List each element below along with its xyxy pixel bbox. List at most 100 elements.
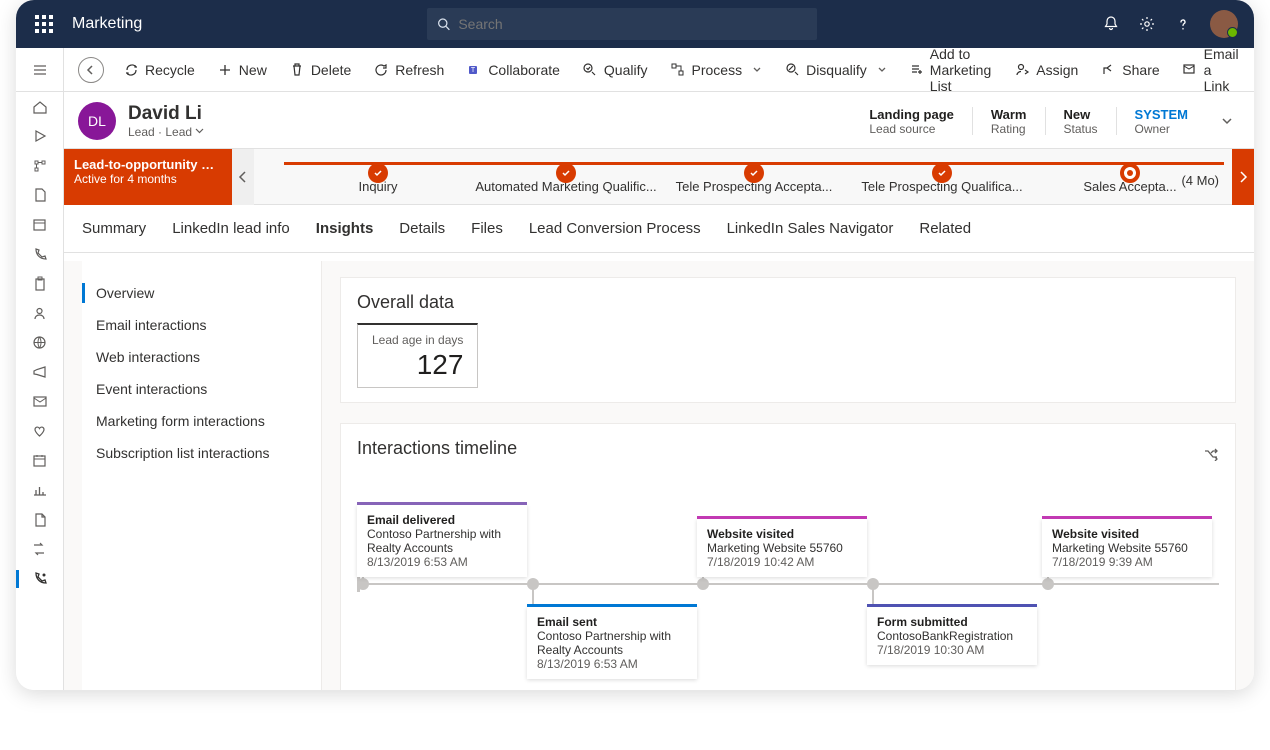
disqualify-icon — [784, 62, 800, 78]
field-status: NewStatus — [1064, 107, 1098, 136]
process-prev-button[interactable] — [232, 149, 254, 205]
tab-details[interactable]: Details — [399, 220, 445, 237]
nav-template-icon[interactable] — [16, 505, 64, 535]
stage-duration: (4 Mo) — [1181, 173, 1219, 188]
recycle-icon — [123, 62, 139, 78]
left-nav — [16, 48, 64, 690]
process-button[interactable]: Process — [659, 48, 774, 91]
header-fields: Landing pageLead source WarmRating NewSt… — [869, 107, 1234, 136]
side-web[interactable]: Web interactions — [82, 341, 321, 373]
tab-insights[interactable]: Insights — [316, 220, 374, 237]
command-bar: Recycle New Delete Refresh TCollaborate … — [64, 48, 1254, 92]
timeline-card: Interactions timeline Email deliveredCon… — [340, 423, 1236, 690]
search-box[interactable] — [427, 8, 817, 40]
timeline-event-card[interactable]: Form submittedContosoBankRegistration7/1… — [867, 607, 1037, 665]
side-email[interactable]: Email interactions — [82, 309, 321, 341]
refresh-button[interactable]: Refresh — [362, 48, 455, 91]
top-bar: Marketing — [16, 0, 1254, 48]
disqualify-label: Disqualify — [806, 62, 867, 78]
event-time: 8/13/2019 6:53 AM — [537, 657, 687, 671]
app-launcher-icon[interactable] — [24, 4, 64, 44]
nav-person-icon[interactable] — [16, 299, 64, 329]
assign-icon — [1014, 62, 1030, 78]
timeline-event-card[interactable]: Email sentContoso Partnership with Realt… — [527, 607, 697, 679]
nav-calendar-icon[interactable] — [16, 210, 64, 240]
nav-mail-icon[interactable] — [16, 387, 64, 417]
nav-megaphone-icon[interactable] — [16, 358, 64, 388]
event-title: Form submitted — [877, 615, 1027, 629]
timeline-event-card[interactable]: Website visitedMarketing Website 557607/… — [1042, 519, 1212, 577]
nav-home-icon[interactable] — [16, 92, 64, 122]
side-event[interactable]: Event interactions — [82, 373, 321, 405]
help-icon[interactable] — [1174, 15, 1192, 33]
add-marketing-label: Add to Marketing List — [930, 46, 992, 94]
add-marketing-button[interactable]: Add to Marketing List — [898, 48, 1003, 91]
process-flag[interactable]: Lead-to-opportunity mar... Active for 4 … — [64, 149, 232, 205]
collaborate-label: Collaborate — [488, 62, 560, 78]
delete-label: Delete — [311, 62, 351, 78]
shuffle-icon[interactable] — [1203, 447, 1219, 461]
refresh-label: Refresh — [395, 62, 444, 78]
qualify-button[interactable]: Qualify — [571, 48, 659, 91]
qualify-icon — [582, 62, 598, 78]
tab-linkedin-lead[interactable]: LinkedIn lead info — [172, 220, 290, 237]
nav-hamburger-icon[interactable] — [16, 48, 64, 92]
delete-button[interactable]: Delete — [278, 48, 362, 91]
collaborate-button[interactable]: T Collaborate — [455, 48, 571, 91]
more-commands-button[interactable] — [1250, 48, 1254, 91]
disqualify-button[interactable]: Disqualify — [773, 48, 898, 91]
teams-icon: T — [466, 62, 482, 78]
nav-globe-icon[interactable] — [16, 328, 64, 358]
event-time: 7/18/2019 10:30 AM — [877, 643, 1027, 657]
share-button[interactable]: Share — [1089, 48, 1170, 91]
timeline-event-card[interactable]: Email deliveredContoso Partnership with … — [357, 505, 527, 577]
nav-schedule-icon[interactable] — [16, 446, 64, 476]
chevron-down-icon — [877, 65, 887, 75]
nav-clipboard-icon[interactable] — [16, 269, 64, 299]
expand-header-button[interactable] — [1220, 114, 1234, 128]
stage-tele-qualify[interactable]: Tele Prospecting Qualifica... — [848, 159, 1036, 194]
nav-insights-icon[interactable] — [16, 476, 64, 506]
tab-summary[interactable]: Summary — [82, 220, 146, 237]
nav-phone-icon[interactable] — [16, 240, 64, 270]
record-tabs: Summary LinkedIn lead info Insights Deta… — [64, 205, 1254, 253]
nav-flow-icon[interactable] — [16, 151, 64, 181]
side-subscription[interactable]: Subscription list interactions — [82, 437, 321, 469]
back-button[interactable] — [70, 48, 112, 91]
field-owner: SYSTEMOwner — [1135, 107, 1188, 136]
timeline-event-card[interactable]: Website visitedMarketing Website 557607/… — [697, 519, 867, 577]
notifications-icon[interactable] — [1102, 15, 1120, 33]
new-button[interactable]: New — [206, 48, 278, 91]
stage-auto-marketing[interactable]: Automated Marketing Qualific... — [472, 159, 660, 194]
nav-redirect-icon[interactable] — [16, 535, 64, 565]
user-avatar[interactable] — [1210, 10, 1238, 38]
qualify-label: Qualify — [604, 62, 648, 78]
process-next-button[interactable] — [1232, 149, 1254, 205]
new-label: New — [239, 62, 267, 78]
chevron-down-icon — [752, 65, 762, 75]
tab-lead-conversion[interactable]: Lead Conversion Process — [529, 220, 701, 237]
tab-files[interactable]: Files — [471, 220, 503, 237]
assign-button[interactable]: Assign — [1003, 48, 1089, 91]
side-overview[interactable]: Overview — [82, 277, 321, 309]
overall-data-title: Overall data — [357, 292, 1219, 313]
recycle-button[interactable]: Recycle — [112, 48, 206, 91]
tab-sales-navigator[interactable]: LinkedIn Sales Navigator — [727, 220, 894, 237]
email-link-button[interactable]: Email a Link — [1171, 48, 1250, 91]
trash-icon — [289, 62, 305, 78]
nav-heart-icon[interactable] — [16, 417, 64, 447]
nav-leads-icon[interactable] — [16, 564, 64, 594]
stage-inquiry[interactable]: Inquiry — [284, 159, 472, 194]
chevron-down-icon — [195, 127, 204, 136]
record-subtitle[interactable]: Lead · Lead — [128, 125, 204, 139]
settings-icon[interactable] — [1138, 15, 1156, 33]
content-area: Overview Email interactions Web interact… — [64, 261, 1254, 690]
stage-tele-accept[interactable]: Tele Prospecting Accepta... — [660, 159, 848, 194]
nav-file-icon[interactable] — [16, 181, 64, 211]
event-time: 8/13/2019 6:53 AM — [367, 555, 517, 569]
search-input[interactable] — [458, 16, 807, 32]
side-form[interactable]: Marketing form interactions — [82, 405, 321, 437]
tab-related[interactable]: Related — [919, 220, 971, 237]
nav-play-icon[interactable] — [16, 122, 64, 152]
search-icon — [437, 17, 450, 31]
